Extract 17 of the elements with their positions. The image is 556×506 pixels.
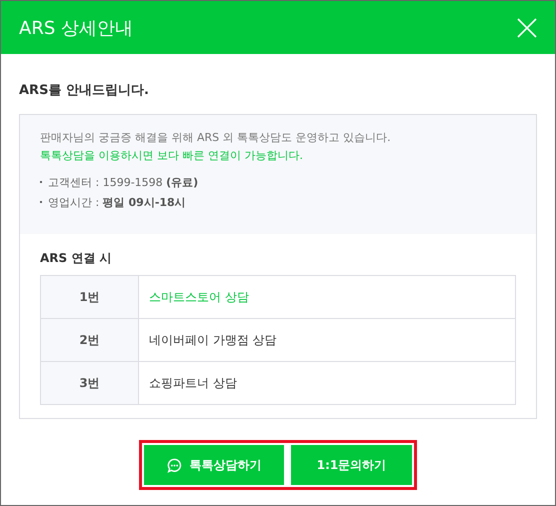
table-cell: 1번 — [40, 276, 138, 318]
table-cell: 스마트스토어 상담 — [138, 276, 516, 318]
chat-bubble-icon — [166, 458, 182, 472]
info-text: 고객센터 : 1599-1598 (유료) — [48, 174, 198, 190]
table-cell: 쇼핑파트너 상담 — [138, 362, 516, 404]
notice-text: 톡톡상담을 이용하시면 보다 빠른 연결이 가능합니다. — [40, 148, 304, 164]
table-cell: 2번 — [40, 318, 138, 362]
table-cell: 네이버페이 가맹점 상담 — [138, 318, 516, 362]
chat-button[interactable]: 톡톡상담하기 — [144, 445, 284, 485]
table-cell: 3번 — [40, 362, 138, 404]
section-heading: ARS를 안내드립니다. — [19, 82, 150, 100]
inquiry-button[interactable]: 1:1문의하기 — [291, 445, 412, 485]
table-title: ARS 연결 시 — [40, 250, 113, 267]
window-title: ARS 상세안내 — [19, 16, 133, 40]
notice-text: 판매자님의 궁금증 해결을 위해 ARS 외 톡톡상담도 운영하고 있습니다. — [40, 130, 392, 146]
info-text: 영업시간 : 평일 09시-18시 — [48, 194, 186, 210]
close-icon[interactable] — [517, 18, 537, 38]
